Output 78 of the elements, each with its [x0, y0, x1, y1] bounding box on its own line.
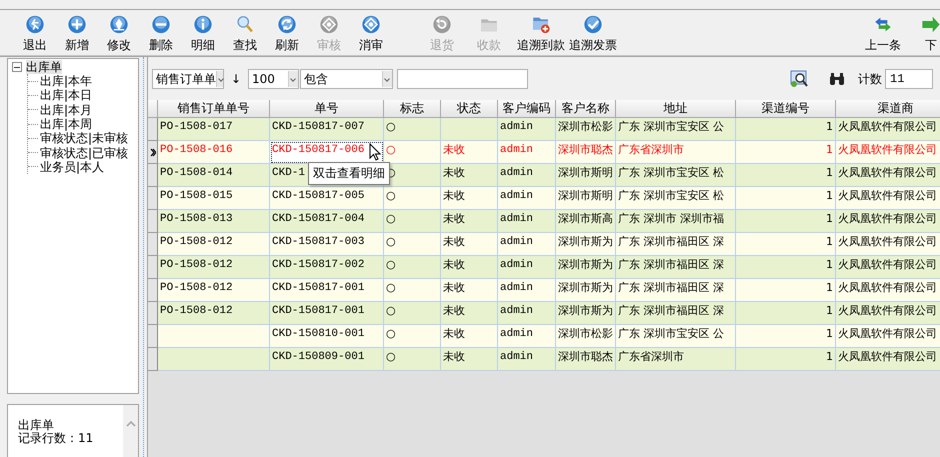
- tree-item[interactable]: 审核状态|未审核: [40, 131, 128, 146]
- toolbar-button[interactable]: 上一条: [859, 10, 907, 54]
- checkmark-icon: [582, 15, 604, 34]
- table-cell: 深圳市聪杰: [556, 348, 616, 371]
- toolbar-button[interactable]: 查找: [224, 10, 266, 54]
- table-cell: CKD-150809-001: [270, 348, 384, 371]
- table-row[interactable]: PO-1508-012 CKD-150817-003 ○ 未收 admin 深圳市斯为 广东 深圳市福田区 深 1 火凤凰软件有限公司: [148, 233, 940, 256]
- tree-item[interactable]: 出库|本周: [40, 117, 92, 132]
- binoculars-icon[interactable]: [829, 72, 845, 86]
- tooltip: 双击查看明细: [308, 162, 390, 185]
- info-icon: [192, 15, 214, 34]
- toolbar-button[interactable]: 追溯到款: [515, 10, 567, 54]
- record-count: 记录行数：11: [18, 432, 94, 445]
- column-header[interactable]: 销售订单单号: [158, 100, 270, 118]
- search-field[interactable]: [397, 69, 528, 89]
- count-label: 计数: [858, 70, 882, 88]
- column-header[interactable]: 状态: [441, 100, 498, 118]
- table-cell: CKD-150817-006: [270, 141, 384, 164]
- table-cell: 未收: [441, 348, 498, 371]
- tree-item[interactable]: 出库|本日: [40, 88, 92, 102]
- tree-item[interactable]: 出库单: [26, 60, 62, 74]
- dropdown-icon: [216, 71, 223, 87]
- table-row[interactable]: PO-1508-013 CKD-150817-004 ○ 未收 admin 深圳市斯高 广东 深圳市 深圳市福 1 火凤凰软件有限公司: [148, 210, 940, 233]
- table-row[interactable]: PO-1508-012 CKD-150817-001 ○ 未收 admin 深圳市斯为 广东 深圳市福田区 深 1 火凤凰软件有限公司: [148, 279, 940, 302]
- toolbar-button[interactable]: 追溯发票: [567, 10, 619, 54]
- table-row[interactable]: CKD-150810-001 ○ 未收 admin 深圳市松影 广东 深圳市宝安区 公 1 火凤凰软件有限公司: [148, 325, 940, 348]
- table-row[interactable]: PO-1508-012 CKD-150817-002 ○ 未收 admin 深圳市斯为 广东 深圳市福田区 深 1 火凤凰软件有限公司: [148, 256, 940, 279]
- column-header[interactable]: 标志: [384, 100, 441, 118]
- table-row[interactable]: PO-1508-017 CKD-150817-007 ○ admin 深圳市松影 广东 深圳市宝安区 公 1 火凤凰软件有限公司: [148, 118, 940, 141]
- table-cell: 广东省深圳市: [616, 348, 736, 371]
- scroll-up-icon[interactable]: [126, 420, 136, 427]
- collapse-icon[interactable]: [12, 62, 22, 72]
- table-cell: ○: [384, 348, 441, 371]
- minus-icon: [150, 15, 172, 34]
- column-header[interactable]: 地址: [616, 100, 736, 118]
- refresh-icon: [276, 15, 298, 34]
- row-header[interactable]: [148, 141, 158, 164]
- info-title: 出库单: [18, 419, 55, 432]
- pen-nib-icon: [108, 15, 130, 34]
- table-row[interactable]: PO-1508-016 CKD-150817-006 ○ 未收 admin 深圳市聪杰 广东省深圳市 1 火凤凰软件有限公司: [148, 141, 940, 164]
- column-header[interactable]: 客户编码: [498, 100, 556, 118]
- match-select[interactable]: 包含: [300, 69, 393, 89]
- table-row[interactable]: PO-1508-015 CKD-150817-005 ○ 未收 admin 深圳市斯明 广东 深圳市宝安区 松 1 火凤凰软件有限公司: [148, 187, 940, 210]
- tree-item[interactable]: 业务员|本人: [40, 160, 104, 174]
- table-cell: 1: [736, 348, 836, 371]
- toolbar-button[interactable]: 修改: [98, 10, 140, 54]
- tree-item[interactable]: 出库|本年: [40, 74, 92, 88]
- column-header[interactable]: 渠道商: [836, 100, 940, 118]
- count-field[interactable]: 11: [885, 69, 933, 89]
- row-pointer-icon: [150, 148, 156, 156]
- toolbar-button[interactable]: 明细: [182, 10, 224, 54]
- column-header[interactable]: 单号: [270, 100, 384, 118]
- table-row[interactable]: CKD-150809-001 ○ 未收 admin 深圳市聪杰 广东省深圳市 1 火凤凰软件有限公司: [148, 348, 940, 371]
- toolbar-button[interactable]: 消审: [350, 10, 392, 54]
- table-row[interactable]: PO-1508-012 CKD-150817-001 ○ 未收 admin 深圳市斯为 广东 深圳市福田区 深 1 火凤凰软件有限公司: [148, 302, 940, 325]
- dropdown-icon: [382, 71, 392, 87]
- field-select[interactable]: 销售订单单: [152, 69, 224, 89]
- dropdown-icon: [288, 71, 298, 87]
- column-header[interactable]: 渠道编号: [736, 100, 836, 118]
- plus-icon: [66, 15, 88, 34]
- tree-item[interactable]: 出库|本月: [40, 102, 92, 117]
- toolbar-button[interactable]: 刷新: [266, 10, 308, 54]
- column-header[interactable]: 客户名称: [556, 100, 616, 118]
- limit-select[interactable]: 100: [248, 69, 299, 89]
- arrow-icon: [920, 15, 940, 34]
- tree-item[interactable]: 审核状态|已审核: [40, 146, 128, 160]
- folder-plus-icon: [530, 15, 552, 34]
- toolbar-button[interactable]: 下: [907, 10, 940, 54]
- undo-icon: [431, 15, 453, 34]
- find-document-icon[interactable]: [790, 70, 808, 88]
- runner-icon: [24, 15, 46, 34]
- table-cell: admin: [498, 348, 556, 371]
- toolbar-button[interactable]: 新增: [56, 10, 98, 54]
- sort-arrow[interactable]: ↓: [227, 72, 245, 86]
- toolbar-button[interactable]: 退出: [14, 10, 56, 54]
- toolbar-button[interactable]: 删除: [140, 10, 182, 54]
- table-cell: 火凤凰软件有限公司: [836, 348, 940, 371]
- mouse-cursor-icon: [369, 143, 381, 161]
